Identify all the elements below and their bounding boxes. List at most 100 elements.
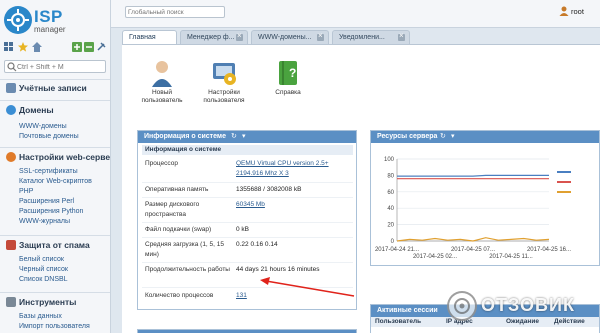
sidebar-section-head[interactable]: Защита от спама: [6, 239, 108, 251]
sidebar-item-import-user[interactable]: Импорт пользователя: [19, 323, 90, 330]
sidebar-item-blacklist[interactable]: Черный список: [19, 266, 68, 273]
home-icon[interactable]: [32, 42, 42, 52]
resources-chart: 0 20 40 60 80 100 2017-04-24 21... 2017-04-25 0…: [371, 143, 599, 263]
star-icon[interactable]: [18, 42, 28, 52]
sidebar-item-web-scripts[interactable]: Каталог Web-скриптов: [19, 178, 92, 185]
sidebar-section-head[interactable]: Учётные записи: [6, 82, 108, 94]
system-info-widget: Информация о системе ↻ ▾ Информация о си…: [137, 130, 357, 310]
info-key: Файл подкачки (swap): [145, 226, 212, 233]
refresh-icon[interactable]: ↻: [440, 133, 448, 141]
sidebar-item-www-logs[interactable]: WWW-журналы: [19, 218, 70, 225]
plus-icon[interactable]: [72, 42, 82, 52]
tab-www-domains[interactable]: WWW-домены...: [251, 30, 329, 44]
sidebar-section-title: Защита от спама: [19, 240, 90, 250]
y-tick-label: 0: [391, 239, 395, 245]
sidebar-item-whitelist[interactable]: Белый список: [19, 256, 64, 263]
sidebar-item-ssl-certificates[interactable]: SSL-сертификаты: [19, 168, 78, 175]
grid-icon[interactable]: [4, 42, 14, 52]
tab-label: Главная: [129, 34, 156, 41]
info-subheader-text: Информация о системе: [145, 146, 222, 153]
row-separator: [142, 222, 353, 223]
chevron-down-icon[interactable]: ▾: [451, 133, 459, 141]
logo-subtitle: manager: [34, 25, 66, 34]
user-name: root: [571, 7, 584, 16]
refresh-icon[interactable]: ↻: [231, 133, 239, 141]
info-row-processor: Процессор QEMU Virtual CPU version 2.5+ …: [142, 159, 353, 181]
sidebar-item-databases[interactable]: Базы данных: [19, 313, 62, 320]
chevron-down-icon[interactable]: ▾: [242, 133, 250, 141]
y-tick-label: 40: [387, 206, 394, 212]
search-icon: [7, 62, 17, 72]
info-value: 0.22 0.16 0.14: [236, 241, 278, 248]
row-separator: [142, 182, 353, 183]
sidebar-item-www-domains[interactable]: WWW-домены: [19, 123, 67, 130]
x-tick-label: 2017-04-25 11...: [489, 254, 533, 260]
sidebar-section-head[interactable]: Инструменты: [6, 296, 108, 308]
info-subheader: Информация о системе: [142, 145, 353, 155]
global-search-input[interactable]: [128, 7, 224, 17]
sidebar-item-mail-domains[interactable]: Почтовые домены: [19, 133, 79, 140]
resources-chart-svg: 0204060801002017-04-24 21...2017-04-25 0…: [375, 157, 571, 260]
tab-label: WWW-домены...: [258, 34, 312, 41]
quick-user-settings[interactable]: Настройки пользователя: [196, 59, 252, 105]
row-separator: [142, 197, 353, 198]
tab-file-manager[interactable]: Менеджер ф...: [180, 30, 248, 44]
shield-icon: [6, 240, 16, 250]
sidebar-item-python-extensions[interactable]: Расширения Python: [19, 208, 83, 215]
info-value: 44 days 21 hours 16 minutes: [236, 266, 320, 273]
logo-emblem-icon: [4, 6, 32, 34]
series-line-2: [396, 237, 550, 242]
close-icon[interactable]: [236, 31, 243, 41]
info-key: Оперативная память: [145, 186, 209, 193]
quick-help[interactable]: ? Справка: [260, 59, 316, 97]
menu-search-input[interactable]: [17, 62, 103, 72]
column-header-user[interactable]: Пользователь: [375, 318, 421, 325]
info-row-memory: Оперативная память 1355688 / 3082008 kB: [142, 185, 353, 195]
row-separator: [142, 237, 353, 238]
users-icon: [6, 83, 16, 93]
isp-manager-logo[interactable]: ISP manager: [4, 6, 104, 36]
sidebar-toolbar: [4, 42, 108, 54]
watermark-text: ОТЗОВИК: [481, 295, 575, 315]
user-icon: [559, 6, 569, 16]
sidebar-section-head[interactable]: Домены: [6, 104, 108, 116]
tab-bar: Главная Менеджер ф... WWW-домены... Увед…: [122, 30, 600, 44]
minus-icon[interactable]: [84, 42, 94, 52]
tab-home[interactable]: Главная: [122, 30, 177, 44]
sidebar-divider: [0, 235, 110, 236]
sidebar-item-php[interactable]: PHP: [19, 188, 33, 195]
sidebar-item-dnsbl-list[interactable]: Список DNSBL: [19, 276, 68, 283]
info-key: Процессор: [145, 160, 178, 167]
user-menu[interactable]: root: [559, 6, 599, 18]
otzovik-watermark: ОТЗОВИК: [447, 288, 597, 328]
info-value-link[interactable]: 60345 Mb: [236, 200, 352, 210]
widget-title: Информация о системе: [144, 133, 226, 140]
sidebar-section-head[interactable]: Настройки web-сервера: [6, 151, 110, 163]
quick-new-user[interactable]: Новый пользователь: [134, 59, 190, 105]
sidebar-item-perl-extensions[interactable]: Расширения Perl: [19, 198, 74, 205]
info-value-link[interactable]: 2194.916 Mhz X 3: [236, 169, 352, 179]
info-row-swap: Файл подкачки (swap) 0 kB: [142, 225, 353, 235]
info-key: Средняя загрузка (1, 5, 15 мин): [145, 241, 225, 258]
pin-icon[interactable]: [96, 42, 106, 52]
annotation-arrow: [260, 277, 355, 297]
menu-search-field[interactable]: [4, 60, 106, 73]
tab-notifications[interactable]: Уведомлени...: [332, 30, 410, 44]
help-book-icon: ?: [274, 59, 302, 87]
y-tick-label: 60: [387, 190, 394, 196]
sidebar-section-title: Домены: [19, 105, 54, 115]
sidebar-divider: [0, 147, 110, 148]
logo-title: ISP: [34, 7, 63, 26]
y-tick-label: 100: [384, 157, 395, 163]
quick-icon-label: Настройки пользователя: [203, 89, 245, 104]
info-value-link[interactable]: QEMU Virtual CPU version 2.5+: [236, 159, 352, 169]
server-resources-widget: Ресурсы сервера ↻ ▾ 0 20 40 60 80 100 2017-04-…: [370, 130, 600, 266]
info-key: Продолжительность работы: [145, 266, 230, 273]
new-user-icon: [148, 59, 176, 87]
close-icon[interactable]: [317, 31, 324, 41]
sidebar-divider: [0, 292, 110, 293]
global-search-field[interactable]: [125, 6, 225, 18]
close-icon[interactable]: [398, 31, 405, 41]
sidebar-section-title: Инструменты: [19, 297, 77, 307]
y-tick-label: 20: [387, 223, 394, 229]
